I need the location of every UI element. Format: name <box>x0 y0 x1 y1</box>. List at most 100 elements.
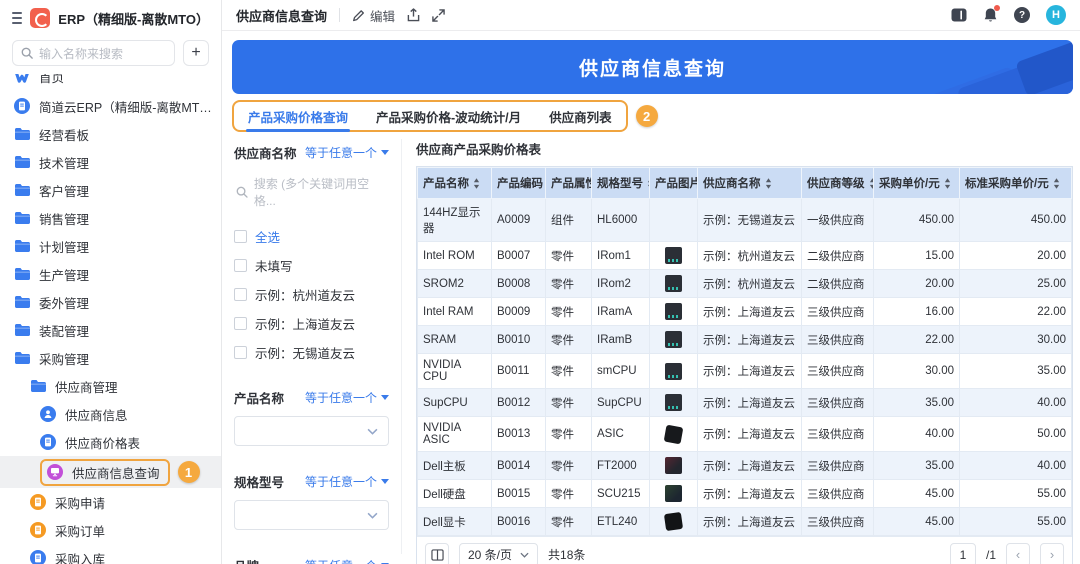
column-header[interactable]: 标准采购单价/元 <box>960 168 1072 199</box>
sidebar-item[interactable]: 技术管理 <box>0 148 221 176</box>
cell-unit-price: 16.00 <box>874 298 960 326</box>
column-header[interactable]: 采购单价/元 <box>874 168 960 199</box>
filter-option[interactable]: 示例：上海道友云 <box>234 314 389 333</box>
checkbox[interactable] <box>234 259 247 272</box>
sidebar-item[interactable]: 销售管理 <box>0 204 221 232</box>
sidebar-item[interactable]: 客户管理 <box>0 176 221 204</box>
page-size-select[interactable]: 20 条/页 <box>459 543 538 564</box>
caret-down-icon <box>381 479 389 484</box>
filter-operator[interactable]: 等于任意一个 <box>305 557 389 564</box>
cell-product-name: NVIDIA ASIC <box>418 417 492 452</box>
filter-operator[interactable]: 等于任意一个 <box>305 473 389 490</box>
column-header[interactable]: 供应商名称 <box>698 168 802 199</box>
column-settings-button[interactable] <box>425 543 449 564</box>
filter-option[interactable]: 示例：无锡道友云 <box>234 343 389 362</box>
table-row[interactable]: Intel RAMB0009零件IRamA示例：上海道友云三级供应商16.002… <box>418 298 1072 326</box>
sidebar-item[interactable]: 供应商价格表 <box>0 428 221 456</box>
table-row[interactable]: SROM2B0008零件IRom2示例：杭州道友云二级供应商20.0025.00 <box>418 270 1072 298</box>
checkbox[interactable] <box>234 230 247 243</box>
sidebar-item[interactable]: 采购申请 <box>0 488 221 516</box>
filter-dropdown[interactable] <box>234 500 389 530</box>
cell-unit-price: 45.00 <box>874 480 960 508</box>
sidebar-item[interactable]: 计划管理 <box>0 232 221 260</box>
column-header[interactable]: 供应商等级 <box>802 168 874 199</box>
sidebar-item[interactable]: 供应商信息 <box>0 400 221 428</box>
sidebar-item[interactable]: 生产管理 <box>0 260 221 288</box>
document-icon <box>30 522 46 538</box>
tab[interactable]: 供应商列表 <box>549 102 612 130</box>
sidebar-item[interactable]: 首页 <box>0 74 221 92</box>
sidebar-item[interactable]: 供应商管理 <box>0 372 221 400</box>
table-row[interactable]: NVIDIA CPUB0011零件smCPU示例：上海道友云三级供应商30.00… <box>418 354 1072 389</box>
sidebar-item[interactable]: 采购入库 <box>0 544 221 564</box>
filter-option[interactable]: 全选 <box>234 227 389 246</box>
folder-icon <box>14 323 30 337</box>
sidebar-search-input[interactable]: 输入名称来搜索 <box>12 40 175 66</box>
table-row[interactable]: 144HZ显示器A0009组件HL6000示例：无锡道友云一级供应商450.00… <box>418 199 1072 242</box>
notifications-button[interactable] <box>983 7 998 23</box>
sidebar-item[interactable]: 简道云ERP（精细版-离散MTO）「... <box>0 92 221 120</box>
filter-operator[interactable]: 等于任意一个 <box>305 389 389 406</box>
filter-option[interactable]: 示例：杭州道友云 <box>234 285 389 304</box>
tab[interactable]: 产品采购价格查询 <box>248 102 348 130</box>
cell-supplier-grade: 三级供应商 <box>802 452 874 480</box>
column-header[interactable]: 产品编码 <box>492 168 546 199</box>
filter-supplier-header: 供应商名称 等于任意一个 <box>234 143 389 162</box>
sidebar-item[interactable]: 采购订单 <box>0 516 221 544</box>
table-row[interactable]: Dell硬盘B0015零件SCU215示例：上海道友云三级供应商45.0055.… <box>418 480 1072 508</box>
checkbox[interactable] <box>234 346 247 359</box>
help-button[interactable]: ? <box>1014 7 1030 23</box>
prev-page-button[interactable]: ‹ <box>1006 543 1030 564</box>
sidebar-item[interactable]: 供应商信息查询 1 <box>0 456 221 488</box>
document-icon <box>14 98 30 114</box>
caret-down-icon <box>381 395 389 400</box>
sidebar-item[interactable]: 装配管理 <box>0 316 221 344</box>
column-header[interactable]: 规格型号 <box>592 168 650 199</box>
cell-product-image <box>650 452 698 480</box>
sidebar-item[interactable]: 采购管理 <box>0 344 221 372</box>
sidebar: ERP（精细版-离散MTO） 输入名称来搜索 + 首页简道云ERP（精细版-离散… <box>0 0 222 564</box>
sidebar-item-label: 供应商信息查询 <box>72 463 160 482</box>
annotation-badge-1: 1 <box>178 461 200 483</box>
table-row[interactable]: Dell显卡B0016零件ETL240示例：上海道友云三级供应商45.0055.… <box>418 508 1072 536</box>
sidebar-item[interactable]: 委外管理 <box>0 288 221 316</box>
table-header-row: 产品名称产品编码产品属性规格型号产品图片供应商名称供应商等级采购单价/元标准采购… <box>418 168 1072 199</box>
sidebar-item-label: 供应商价格表 <box>65 433 140 452</box>
next-page-button[interactable]: › <box>1040 543 1064 564</box>
sort-icon <box>1053 178 1060 189</box>
filter-dropdown[interactable] <box>234 416 389 446</box>
add-button[interactable]: + <box>183 40 209 66</box>
filter-search-input[interactable]: 搜索 (多个关键词用空格... <box>234 171 389 217</box>
cell-spec-model: IRom2 <box>592 270 650 298</box>
share-button[interactable] <box>407 8 420 22</box>
column-header[interactable]: 产品名称 <box>418 168 492 199</box>
cell-std-unit-price: 30.00 <box>960 326 1072 354</box>
cell-product-name: SROM2 <box>418 270 492 298</box>
filter-option[interactable]: 未填写 <box>234 256 389 275</box>
sidebar-item[interactable]: 经营看板 <box>0 120 221 148</box>
table-row[interactable]: Intel ROMB0007零件IRom1示例：杭州道友云二级供应商15.002… <box>418 242 1072 270</box>
table-row[interactable]: Dell主板B0014零件FT2000示例：上海道友云三级供应商35.0040.… <box>418 452 1072 480</box>
cell-unit-price: 45.00 <box>874 508 960 536</box>
table-row[interactable]: NVIDIA ASICB0013零件ASIC示例：上海道友云三级供应商40.00… <box>418 417 1072 452</box>
cell-unit-price: 35.00 <box>874 389 960 417</box>
menu-toggle-icon[interactable] <box>12 12 22 24</box>
avatar[interactable]: H <box>1046 5 1066 25</box>
edit-button[interactable]: 编辑 <box>352 6 395 25</box>
cell-std-unit-price: 35.00 <box>960 354 1072 389</box>
checkbox[interactable] <box>234 288 247 301</box>
filter-label: 产品名称 <box>234 388 284 407</box>
cell-supplier-grade: 二级供应商 <box>802 270 874 298</box>
page-input[interactable]: 1 <box>950 543 976 564</box>
tab[interactable]: 产品采购价格-波动统计/月 <box>376 102 521 130</box>
filter-operator[interactable]: 等于任意一个 <box>305 144 389 161</box>
panel-toggle-button[interactable] <box>951 8 967 22</box>
table-row[interactable]: SupCPUB0012零件SupCPU示例：上海道友云三级供应商35.0040.… <box>418 389 1072 417</box>
table-row[interactable]: SRAMB0010零件IRamB示例：上海道友云三级供应商22.0030.00 <box>418 326 1072 354</box>
sidebar-item-label: 销售管理 <box>39 209 89 228</box>
cell-spec-model: IRamB <box>592 326 650 354</box>
checkbox[interactable] <box>234 317 247 330</box>
column-header[interactable]: 产品属性 <box>546 168 592 199</box>
cell-product-attr: 零件 <box>546 326 592 354</box>
fullscreen-button[interactable] <box>432 9 445 22</box>
